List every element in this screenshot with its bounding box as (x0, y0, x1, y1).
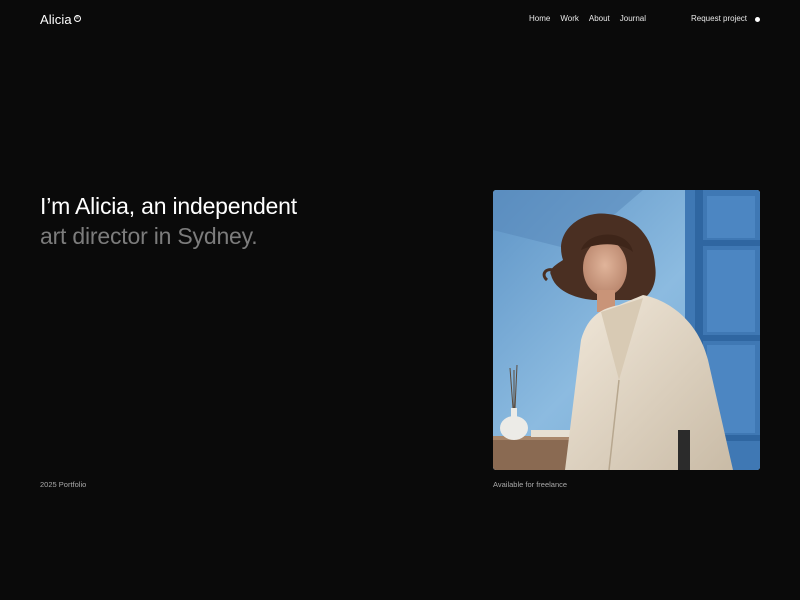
portfolio-year-caption: 2025 Portfolio (40, 480, 87, 489)
portrait-photo (493, 190, 760, 470)
nav-link-journal[interactable]: Journal (620, 14, 646, 23)
logo-text: Alicia (40, 12, 72, 27)
nav-link-home[interactable]: Home (529, 14, 550, 23)
hero-headline: I’m Alicia, an independent art director … (40, 191, 297, 251)
main-nav: Home Work About Journal (529, 14, 646, 23)
request-project-link[interactable]: Request project (691, 14, 747, 23)
availability-caption: Available for freelance (493, 480, 568, 489)
portfolio-page: Alicia ® Home Work About Journal Request… (0, 0, 800, 600)
registered-mark-icon: ® (73, 15, 81, 22)
hero-line-2: art director in Sydney. (40, 223, 258, 249)
hero-line-1: I’m Alicia, an independent (40, 193, 297, 219)
status-dot-icon (755, 17, 760, 22)
nav-link-work[interactable]: Work (560, 14, 579, 23)
site-logo[interactable]: Alicia ® (40, 12, 81, 27)
nav-link-about[interactable]: About (589, 14, 610, 23)
